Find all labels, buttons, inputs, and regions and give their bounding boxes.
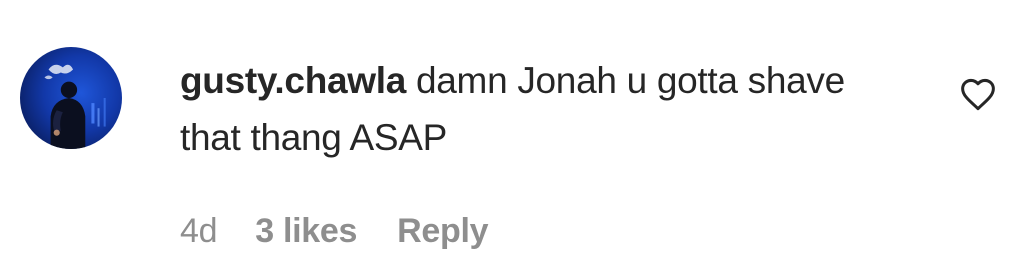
comment-body: gusty.chawla damn Jonah u gotta shave th… [180, 52, 880, 166]
heart-icon-graphic [961, 78, 995, 111]
comment-meta: 4d 3 likes Reply [180, 206, 489, 256]
comment-age[interactable]: 4d [180, 212, 218, 251]
heart-outline-icon[interactable] [958, 76, 998, 114]
comment-username[interactable]: gusty.chawla [180, 60, 406, 101]
avatar[interactable] [20, 47, 122, 149]
comment-likes[interactable]: 3 likes [255, 212, 357, 251]
comment-item: gusty.chawla damn Jonah u gotta shave th… [0, 0, 1024, 270]
reply-button[interactable]: Reply [397, 212, 488, 251]
avatar-image [44, 64, 106, 149]
